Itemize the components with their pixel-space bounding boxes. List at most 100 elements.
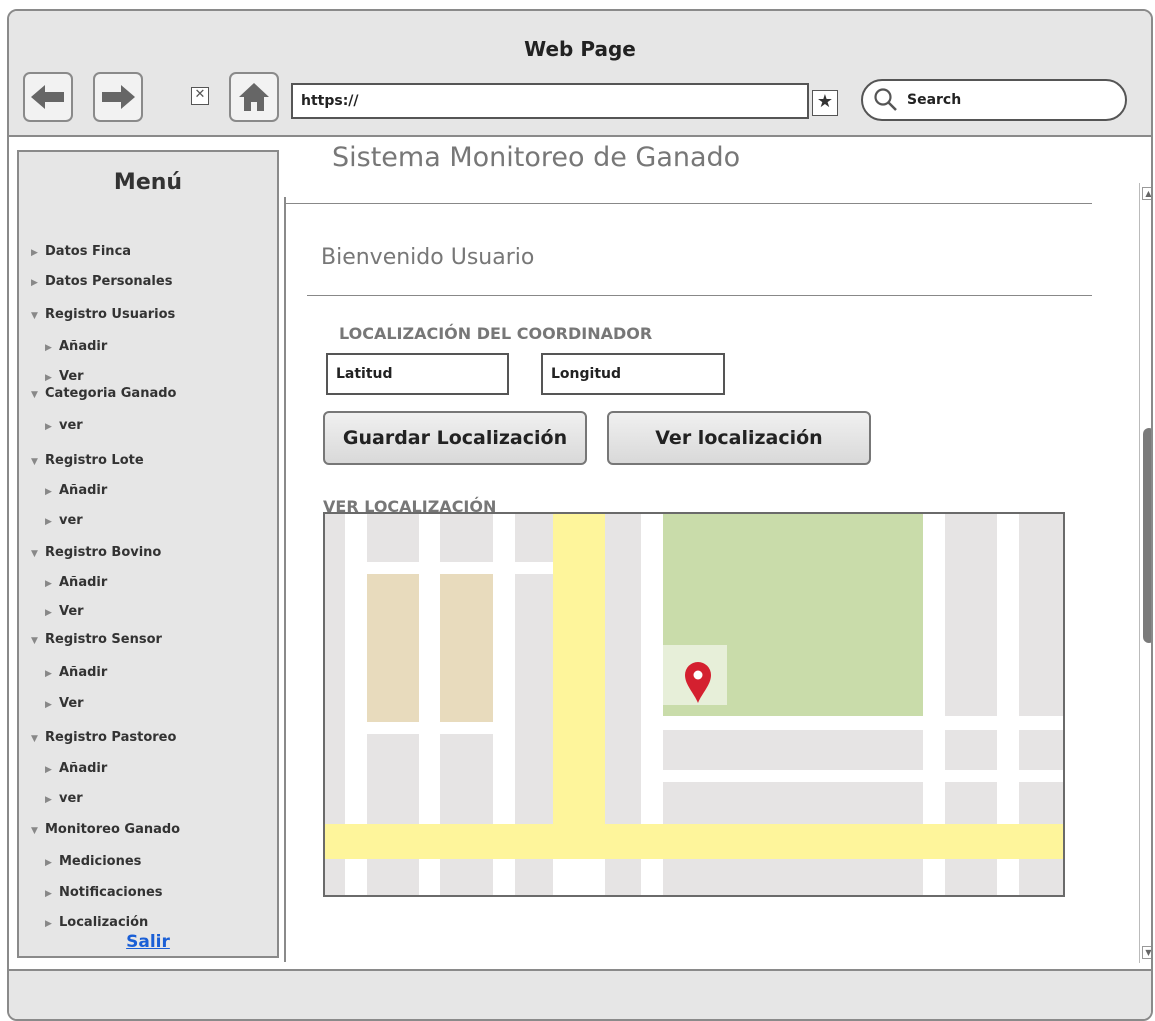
menu-subitem[interactable]: ▶ Añadir [45, 761, 107, 776]
menu-item-label: Ver [59, 604, 84, 619]
caret-right-icon: ▶ [45, 889, 52, 899]
arrow-right-icon [102, 85, 135, 109]
caret-right-icon: ▶ [45, 608, 52, 618]
menu-item-label: Datos Personales [45, 274, 173, 289]
back-button[interactable] [23, 72, 73, 122]
map-view[interactable] [323, 512, 1065, 897]
caret-right-icon: ▶ [45, 669, 52, 679]
map-block [440, 514, 493, 562]
menu-item-label: Registro Pastoreo [45, 730, 177, 745]
search-input[interactable]: Search [861, 79, 1127, 121]
menu-subitem[interactable]: ▶ Añadir [45, 483, 107, 498]
home-icon [239, 83, 269, 111]
browser-titlebar: Web Page ✕ https:// ★ Search [9, 11, 1151, 137]
map-block [945, 514, 997, 716]
caret-down-icon: ▼ [31, 734, 38, 744]
divider [307, 295, 1092, 296]
map-block [1019, 782, 1063, 824]
menu-subitem[interactable]: ▶ Ver [45, 604, 84, 619]
menu-item-label: Mediciones [59, 854, 142, 869]
menu-item-label: Ver [59, 369, 84, 384]
caret-right-icon: ▶ [45, 858, 52, 868]
map-block [1019, 854, 1063, 895]
menu-group-item[interactable]: ▼ Registro Usuarios [31, 307, 175, 322]
map-block [325, 514, 345, 824]
menu-group-item[interactable]: ▼ Registro Sensor [31, 632, 162, 647]
menu-item-label: ver [59, 418, 83, 433]
menu-item-label: Categoria Ganado [45, 386, 177, 401]
map-block [515, 574, 553, 824]
scroll-up-icon[interactable]: ▲ [1142, 187, 1151, 200]
caret-right-icon: ▶ [45, 795, 52, 805]
menu-subitem[interactable]: ▶ Ver [45, 369, 84, 384]
menu-item-label: Añadir [59, 575, 108, 590]
menu-item-label: Añadir [59, 483, 108, 498]
map-block [515, 514, 553, 562]
stop-icon[interactable]: ✕ [191, 87, 209, 105]
caret-right-icon: ▶ [45, 517, 52, 527]
menu-subitem[interactable]: ▶ ver [45, 513, 83, 528]
menu-subitem[interactable]: ▶ Añadir [45, 339, 107, 354]
menu-subitem[interactable]: ▶ ver [45, 791, 83, 806]
map-block [367, 854, 419, 895]
search-icon [874, 88, 897, 111]
divider [285, 203, 1092, 204]
menu-subitem[interactable]: ▶ Añadir [45, 575, 107, 590]
map-major-road [325, 824, 1063, 859]
save-location-button[interactable]: Guardar Localización [323, 411, 587, 465]
menu-group-item[interactable]: ▶ Datos Finca [31, 244, 131, 259]
menu-item-label: Registro Sensor [45, 632, 162, 647]
longitude-field[interactable]: Longitud [541, 353, 725, 395]
logout-link[interactable]: Salir [19, 932, 277, 952]
caret-right-icon: ▶ [45, 765, 52, 775]
menu-subitem[interactable]: ▶ Añadir [45, 665, 107, 680]
menu-item-label: Monitoreo Ganado [45, 822, 181, 837]
caret-right-icon: ▶ [31, 248, 38, 258]
menu-title: Menú [113, 170, 183, 195]
menu-item-label: ver [59, 513, 83, 528]
welcome-heading: Bienvenido Usuario [321, 245, 535, 270]
url-bar[interactable]: https:// [291, 83, 809, 119]
window-title: Web Page [524, 37, 636, 61]
scroll-thumb[interactable] [1143, 428, 1151, 643]
vertical-scrollbar[interactable]: ▲ ▼ [1139, 183, 1151, 963]
menu-item-label: Notificaciones [59, 885, 163, 900]
menu-group-item[interactable]: ▼ Categoria Ganado [31, 386, 176, 401]
map-block [367, 514, 419, 562]
menu-group-item[interactable]: ▶ Datos Personales [31, 274, 172, 289]
map-block [945, 730, 997, 770]
caret-right-icon: ▶ [45, 343, 52, 353]
view-location-button[interactable]: Ver localización [607, 411, 871, 465]
menu-subitem[interactable]: ▶ Notificaciones [45, 885, 163, 900]
menu-item-label: Ver [59, 696, 84, 711]
menu-item-label: Añadir [59, 339, 108, 354]
search-label: Search [907, 92, 962, 108]
menu-group-item[interactable]: ▼ Monitoreo Ganado [31, 822, 180, 837]
location-section-label: LOCALIZACIÓN DEL COORDINADOR [339, 324, 653, 343]
map-block [605, 854, 641, 895]
map-block [1019, 514, 1063, 716]
scroll-down-icon[interactable]: ▼ [1142, 946, 1151, 959]
menu-item-label: Añadir [59, 761, 108, 776]
caret-right-icon: ▶ [45, 700, 52, 710]
map-block [325, 854, 345, 895]
sidebar-menu: Menú ▶ Datos Finca ▶ Datos Personales ▼ Regis… [17, 150, 279, 958]
map-block [367, 734, 419, 824]
map-block [515, 854, 553, 895]
menu-group-item[interactable]: ▼ Registro Bovino [31, 545, 161, 560]
menu-subitem[interactable]: ▶ Ver [45, 696, 84, 711]
menu-item-label: Registro Usuarios [45, 307, 176, 322]
menu-subitem[interactable]: ▶ ver [45, 418, 83, 433]
map-block [945, 782, 997, 824]
menu-item-label: Registro Lote [45, 453, 144, 468]
forward-button[interactable] [93, 72, 143, 122]
map-block [663, 730, 923, 770]
latitude-field[interactable]: Latitud [326, 353, 509, 395]
menu-group-item[interactable]: ▼ Registro Lote [31, 453, 144, 468]
star-icon[interactable]: ★ [812, 90, 838, 116]
menu-subitem[interactable]: ▶ Mediciones [45, 854, 141, 869]
home-button[interactable] [229, 72, 279, 122]
menu-subitem[interactable]: ▶ Localización [45, 915, 148, 930]
menu-item-label: Datos Finca [45, 244, 132, 259]
menu-group-item[interactable]: ▼ Registro Pastoreo [31, 730, 176, 745]
